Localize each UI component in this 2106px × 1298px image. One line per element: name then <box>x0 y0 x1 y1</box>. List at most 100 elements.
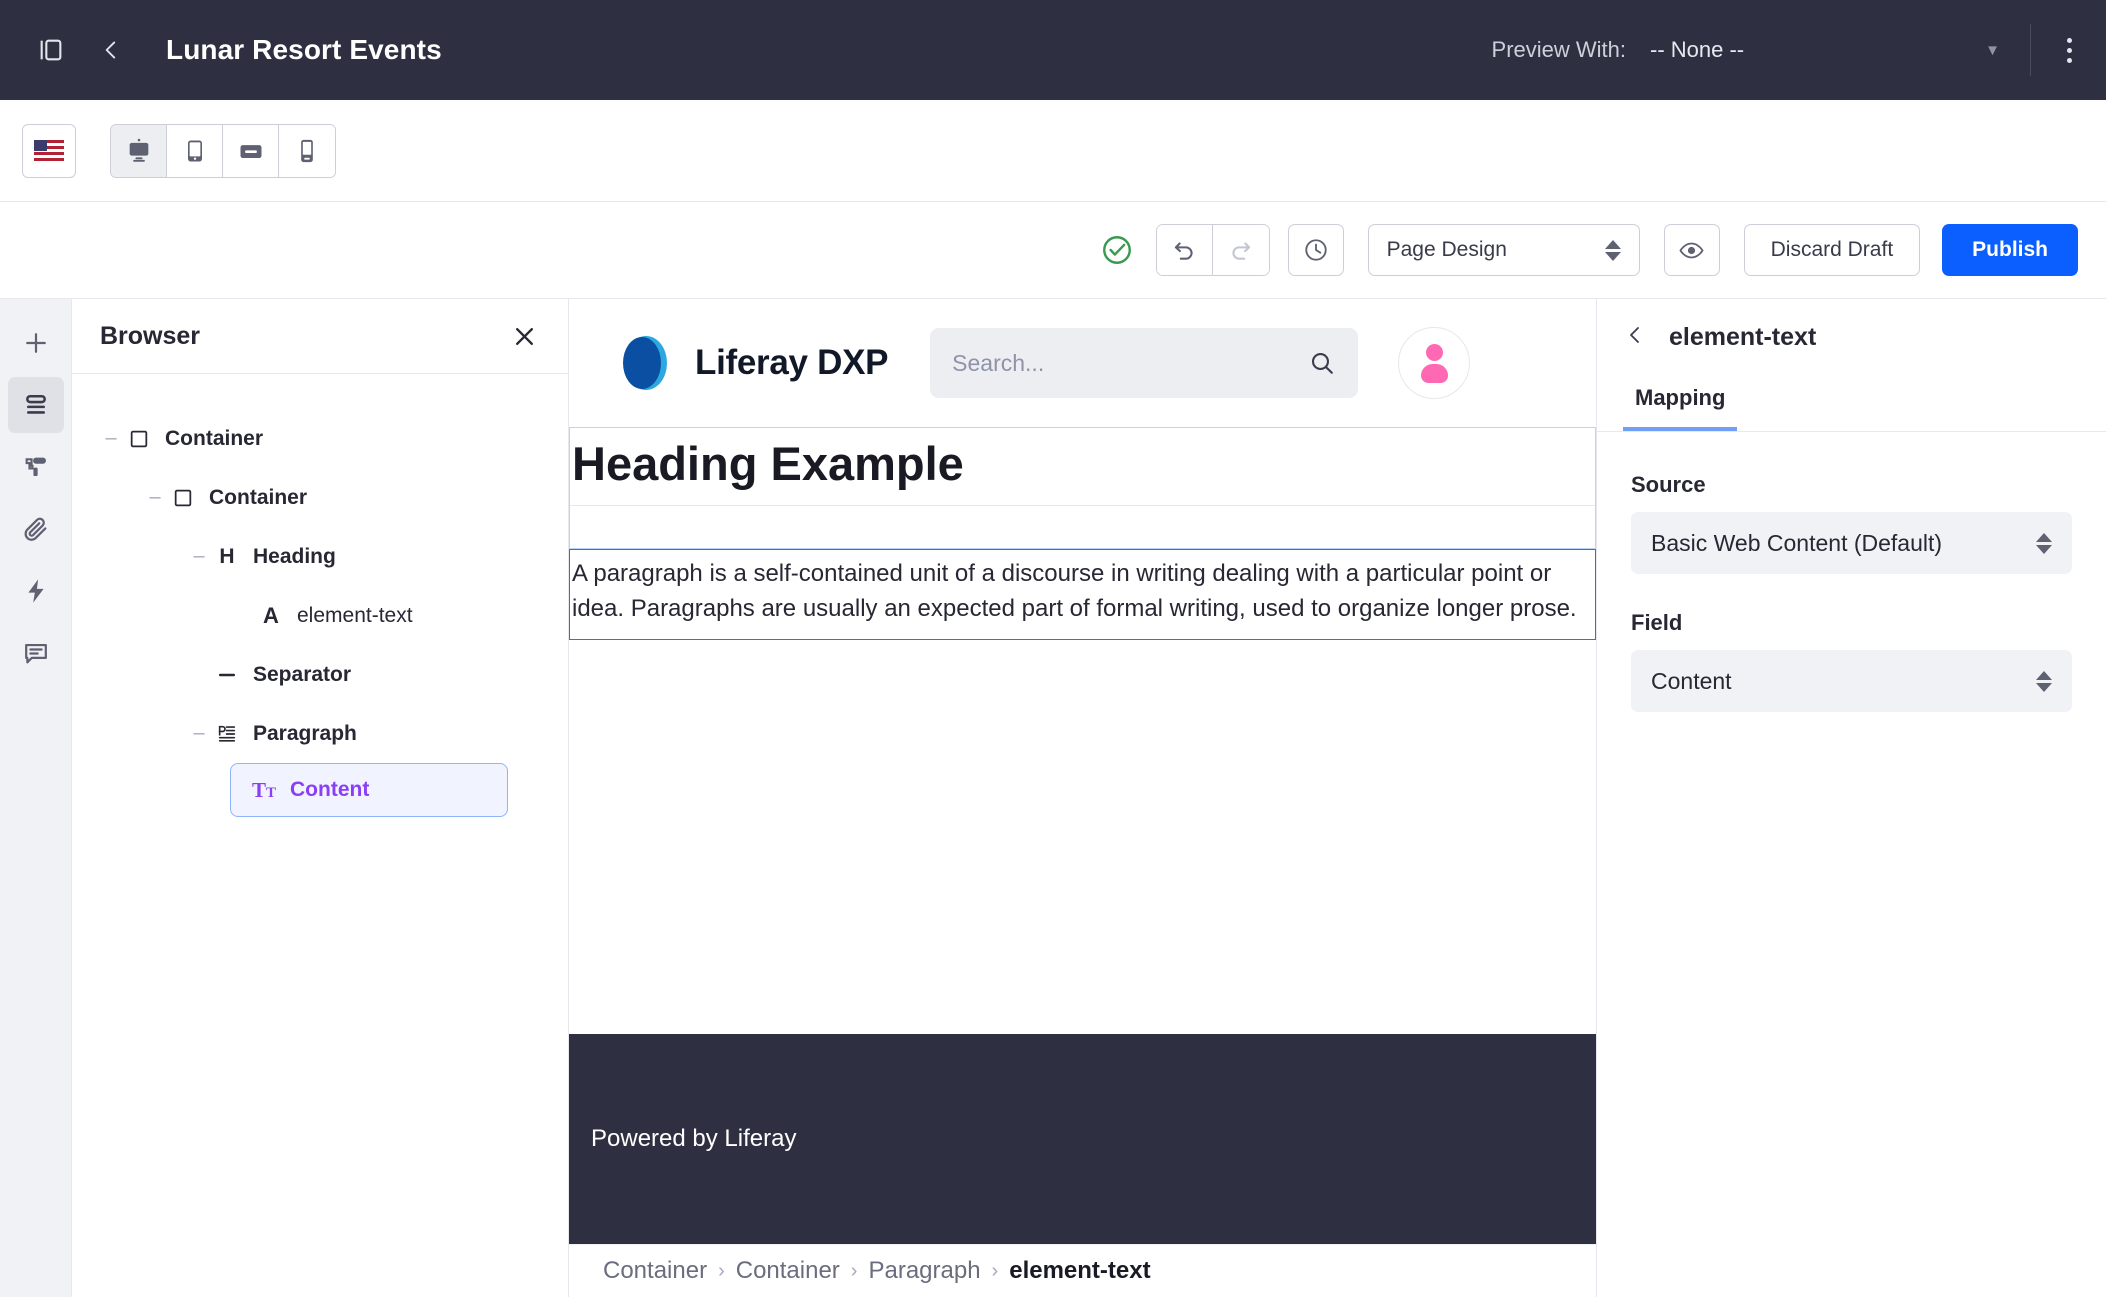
more-options-icon[interactable] <box>2059 30 2080 71</box>
redo-icon[interactable] <box>1212 225 1269 275</box>
device-tablet-button[interactable] <box>167 124 223 177</box>
breadcrumb-item[interactable]: Container <box>603 1257 707 1285</box>
tree-item-label: Container <box>209 485 308 509</box>
tree-item-label: Content <box>290 778 370 801</box>
field-value: Content <box>1651 667 1732 694</box>
tree-item[interactable]: – Container <box>142 468 568 527</box>
tree-item-label: Heading <box>253 544 336 568</box>
paragraph-icon <box>212 723 242 745</box>
rail-item-comments[interactable] <box>8 625 64 681</box>
preview-with-label: Preview With: <box>1491 37 1626 62</box>
container-icon <box>168 487 198 509</box>
page-design-select[interactable]: Page Design <box>1367 224 1640 276</box>
close-icon[interactable] <box>511 323 538 350</box>
preview-with-value: -- None -- <box>1650 37 1745 62</box>
breadcrumb-current: element-text <box>1009 1257 1151 1284</box>
saved-check-icon <box>1100 233 1134 267</box>
heading-icon: H <box>219 544 235 568</box>
tree-collapse-toggle[interactable]: – <box>186 545 212 568</box>
left-rail <box>0 299 72 1297</box>
search-placeholder: Search... <box>952 349 1045 376</box>
divider <box>2030 24 2031 76</box>
device-mobile-button[interactable] <box>279 124 335 177</box>
publish-button[interactable]: Publish <box>1942 224 2078 276</box>
properties-panel-title: element-text <box>1669 322 1817 351</box>
page-design-value: Page Design <box>1386 238 1507 261</box>
footer-text: Powered by Liferay <box>591 1125 797 1152</box>
properties-body: Source Basic Web Content (Default) Field… <box>1597 432 2106 748</box>
browser-panel-title: Browser <box>100 321 201 350</box>
layout-tree: – Container – Container – H Heading Aelement-te… <box>72 374 568 817</box>
tree-item-label: Paragraph <box>253 721 357 745</box>
tab-mapping[interactable]: Mapping <box>1623 375 1738 431</box>
top-bar-left: Lunar Resort Events <box>26 25 442 75</box>
text-a-icon: A <box>263 602 279 628</box>
stepper-icon <box>1604 239 1621 261</box>
device-tablet-landscape-button[interactable] <box>223 124 279 177</box>
field-label: Field <box>1631 610 1683 635</box>
tree-item-selected[interactable]: TT Content <box>230 763 508 817</box>
site-footer: Powered by Liferay <box>569 1034 1596 1244</box>
container-icon <box>124 428 154 450</box>
brand-name: Liferay DXP <box>695 343 889 382</box>
rail-item-browser[interactable] <box>7 377 64 433</box>
eye-icon[interactable] <box>1663 224 1720 276</box>
top-bar-right: Preview With: -- None -- ▼ <box>1492 0 2080 100</box>
text-tt-icon: TT <box>251 777 277 802</box>
preview-with-select[interactable]: -- None -- ▼ <box>1650 37 2000 63</box>
tree-collapse-toggle[interactable]: – <box>186 722 212 745</box>
page-canvas: Liferay DXP Search... Heading Example A … <box>569 299 1596 1297</box>
breadcrumb-item[interactable]: Container <box>736 1257 840 1285</box>
language-flag-button[interactable] <box>22 123 76 178</box>
field-select[interactable]: Content <box>1631 650 2072 712</box>
rail-item-styles[interactable] <box>8 439 64 495</box>
heading-text: Heading Example <box>570 428 1595 506</box>
rail-item-add[interactable] <box>8 315 64 371</box>
chevron-down-icon: ▼ <box>1985 41 2000 59</box>
panel-toggle-icon[interactable] <box>26 25 76 75</box>
rail-item-attachments[interactable] <box>8 501 64 557</box>
heading-fragment[interactable]: Heading Example <box>569 427 1596 549</box>
tree-item[interactable]: – H Heading <box>186 527 568 586</box>
canvas-wrapper: Liferay DXP Search... Heading Example A … <box>569 299 1596 1297</box>
main-area: Browser – Container – Container – H Heading Ael… <box>0 299 2106 1297</box>
source-select[interactable]: Basic Web Content (Default) <box>1631 512 2072 574</box>
breadcrumb-separator: › <box>850 1259 858 1282</box>
device-desktop-button[interactable] <box>111 124 167 177</box>
search-input[interactable]: Search... <box>930 328 1359 398</box>
properties-panel: element-text Mapping Source Basic Web Co… <box>1596 299 2106 1297</box>
page-content: Heading Example A paragraph is a self-co… <box>569 427 1596 640</box>
tree-item[interactable]: – Container <box>98 409 568 468</box>
discard-draft-button[interactable]: Discard Draft <box>1743 224 1921 276</box>
tree-collapse-toggle[interactable]: – <box>98 427 124 450</box>
stepper-icon <box>2036 670 2052 692</box>
us-flag-icon <box>34 140 64 161</box>
tree-item-label: element-text <box>297 603 413 627</box>
breadcrumb-separator: › <box>718 1259 725 1282</box>
paragraph-fragment[interactable]: A paragraph is a self-contained unit of … <box>569 548 1596 640</box>
tree-item[interactable]: Aelement-text <box>230 586 568 645</box>
history-clock-icon[interactable] <box>1287 224 1344 276</box>
page-title: Lunar Resort Events <box>166 34 442 65</box>
source-value: Basic Web Content (Default) <box>1651 529 1943 556</box>
liferay-logo-icon <box>617 332 671 394</box>
search-icon[interactable] <box>1308 349 1336 377</box>
tree-collapse-toggle[interactable]: – <box>142 486 168 509</box>
breadcrumb-item[interactable]: Paragraph <box>868 1257 980 1285</box>
separator-fragment <box>570 506 1595 548</box>
user-avatar-icon[interactable] <box>1398 327 1471 399</box>
rail-item-automation[interactable] <box>8 563 64 619</box>
action-bar: Page Design Discard Draft Publish <box>0 202 2106 299</box>
back-icon[interactable] <box>86 25 136 75</box>
tree-item-label: Separator <box>253 662 352 686</box>
top-bar: Lunar Resort Events Preview With: -- Non… <box>0 0 2106 100</box>
source-label: Source <box>1631 472 1706 497</box>
device-bar <box>0 100 2106 202</box>
tree-item[interactable]: – Paragraph <box>186 704 568 763</box>
tree-item-label: Container <box>165 426 264 450</box>
tree-item[interactable]: Separator <box>186 645 568 704</box>
browser-panel-header: Browser <box>72 299 568 374</box>
undo-icon[interactable] <box>1156 225 1213 275</box>
properties-panel-header: element-text <box>1597 299 2106 375</box>
back-icon[interactable] <box>1623 323 1647 352</box>
